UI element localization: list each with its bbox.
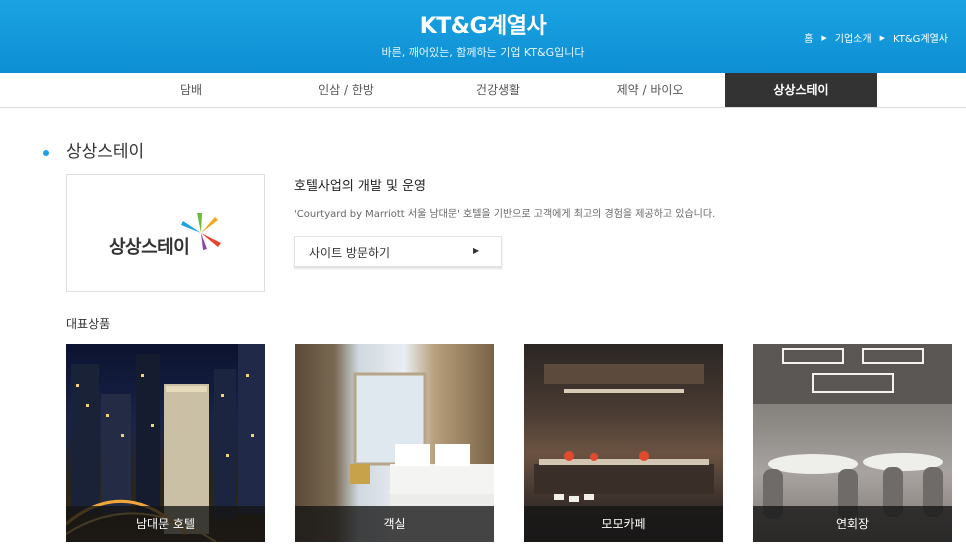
breadcrumb-affiliates[interactable]: KT&G계열사 — [893, 30, 948, 45]
section-bullet-icon — [43, 150, 49, 156]
product-card-room[interactable]: 객실 — [295, 344, 494, 542]
product-caption: 남대문 호텔 — [66, 506, 265, 542]
page-subtitle: 바른, 깨어있는, 함께하는 기업 KT&G입니다 — [381, 46, 585, 59]
breadcrumb: 홈 ▶ 기업소개 ▶ KT&G계열사 — [804, 30, 948, 46]
tab-pharma[interactable]: 제약 / 바이오 — [574, 73, 726, 107]
breadcrumb-home[interactable]: 홈 — [804, 30, 813, 45]
product-card-cafe[interactable]: 모모카페 — [524, 344, 723, 542]
product-caption: 연회장 — [753, 506, 952, 542]
product-caption: 모모카페 — [524, 506, 723, 542]
chevron-right-icon: ▶ — [879, 33, 885, 42]
visit-site-button[interactable]: 사이트 방문하기 ▶ — [294, 236, 502, 267]
business-description: 'Courtyard by Marriott 서울 남대문' 호텔을 기반으로 … — [294, 209, 716, 220]
chevron-right-icon: ▶ — [821, 33, 827, 42]
business-title: 호텔사업의 개발 및 운영 — [294, 179, 426, 194]
tab-health[interactable]: 건강생활 — [422, 73, 574, 107]
affiliate-tabs: 담배 인삼 / 한방 건강생활 제약 / 바이오 상상스테이 — [0, 73, 966, 108]
tab-ginseng[interactable]: 인삼 / 한방 — [270, 73, 422, 107]
tab-tobacco[interactable]: 담배 — [115, 73, 267, 107]
breadcrumb-company[interactable]: 기업소개 — [835, 30, 872, 45]
product-card-banquet[interactable]: 연회장 — [753, 344, 952, 542]
visit-site-label: 사이트 방문하기 — [309, 246, 391, 260]
products-title: 대표상품 — [66, 317, 111, 331]
company-logo: 상상스테이 — [66, 174, 265, 292]
tab-sangsang-stay[interactable]: 상상스테이 — [725, 73, 877, 107]
page-header: KT&G계열사 바른, 깨어있는, 함께하는 기업 KT&G입니다 홈 ▶ 기업… — [0, 0, 966, 73]
product-caption: 객실 — [295, 506, 494, 542]
pinwheel-logo-icon — [181, 213, 221, 250]
section-title: 상상스테이 — [66, 142, 145, 162]
chevron-right-icon: ▶ — [473, 246, 480, 255]
product-card-hotel[interactable]: 남대문 호텔 — [66, 344, 265, 542]
